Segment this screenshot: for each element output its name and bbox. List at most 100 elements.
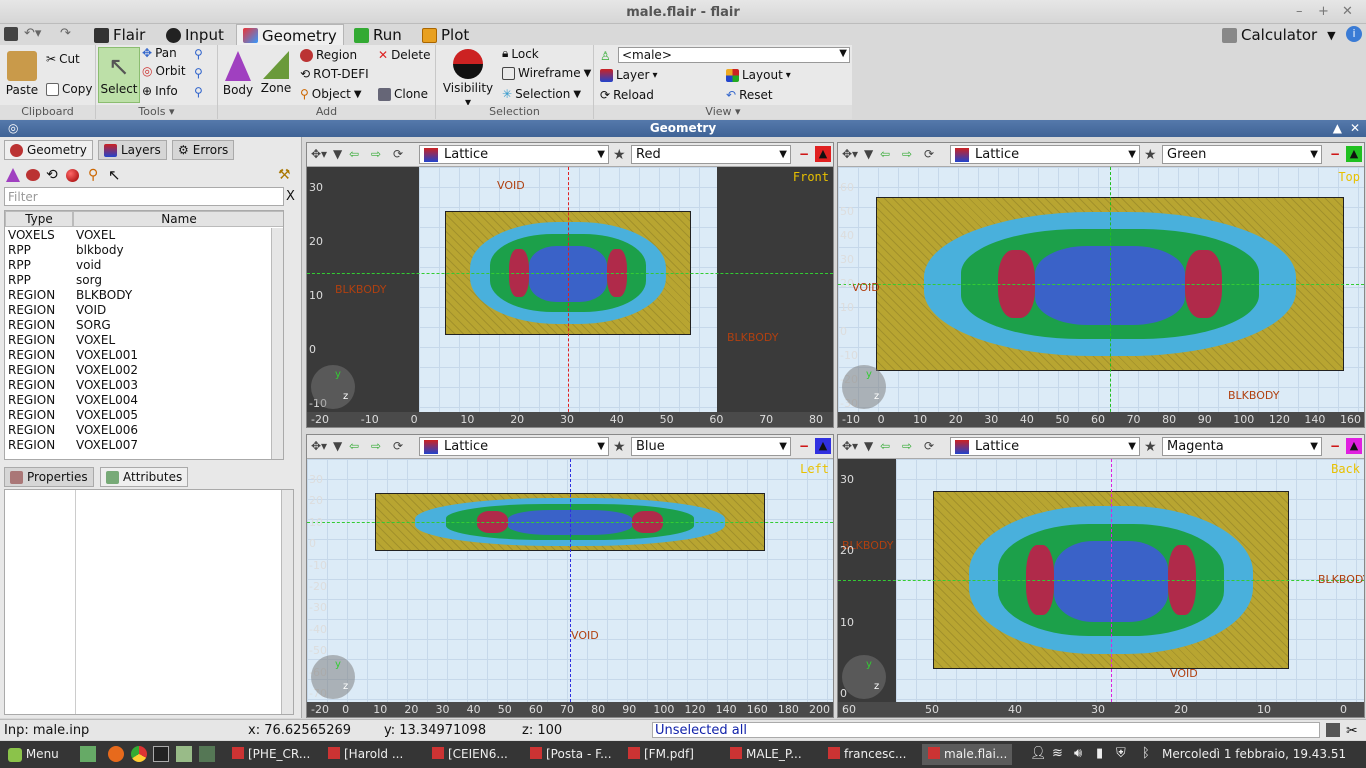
- tab-input[interactable]: Input: [160, 24, 230, 45]
- back-icon[interactable]: ⇦: [349, 439, 359, 453]
- chevron-down-icon[interactable]: ▼: [333, 147, 342, 161]
- table-row[interactable]: RPP void: [5, 258, 283, 273]
- tools-group-label[interactable]: Tools ▾: [96, 105, 217, 119]
- layer-select[interactable]: Lattice ▼: [419, 437, 609, 456]
- table-row[interactable]: REGION VOXEL003: [5, 378, 283, 393]
- tab-errors[interactable]: ⚙ Errors: [172, 140, 235, 160]
- color-select[interactable]: Magenta ▼: [1162, 437, 1322, 456]
- user-icon[interactable]: 👤︎: [1030, 746, 1047, 761]
- table-row[interactable]: REGION VOXEL007: [5, 438, 283, 453]
- rotdefi-filter-icon[interactable]: ⟲: [46, 167, 58, 183]
- tab-plot[interactable]: Plot: [416, 24, 475, 45]
- forward-icon[interactable]: ⇨: [902, 147, 912, 161]
- viewport-canvas[interactable]: VOID BLKBODY BLKBODY Back 30 20 10 0 60 50 40 30 20 1…: [838, 459, 1364, 717]
- filter-input[interactable]: Filter: [4, 187, 284, 206]
- color-select[interactable]: Blue ▼: [631, 437, 791, 456]
- body-button[interactable]: Body: [222, 51, 254, 97]
- star-icon[interactable]: ★: [1144, 439, 1157, 455]
- table-row[interactable]: REGION SORG: [5, 318, 283, 333]
- star-icon[interactable]: ★: [1144, 147, 1157, 163]
- paste-button[interactable]: Paste: [4, 51, 40, 97]
- maximize-icon[interactable]: +: [1318, 4, 1329, 19]
- chevron-down-icon[interactable]: ▼: [333, 439, 342, 453]
- refresh-icon[interactable]: ⟳: [924, 439, 934, 453]
- zone-button[interactable]: Zone: [258, 51, 294, 95]
- tab-run[interactable]: Run: [348, 24, 408, 45]
- close-icon[interactable]: ✕: [1350, 120, 1360, 137]
- app-icon[interactable]: [199, 746, 215, 762]
- wifi-icon[interactable]: ≋: [1052, 746, 1063, 761]
- taskbar-window[interactable]: francesc...: [822, 744, 916, 765]
- table-row[interactable]: VOXELS VOXEL: [5, 228, 283, 243]
- undo-icon[interactable]: ↶▾: [24, 26, 41, 41]
- table-row[interactable]: REGION VOXEL006: [5, 423, 283, 438]
- refresh-icon[interactable]: ⟳: [393, 439, 403, 453]
- info-button[interactable]: ⊕ Info: [142, 84, 178, 98]
- viewport-canvas[interactable]: VOIDBLKBODYTop6050403020100-10-20-30-100…: [838, 167, 1364, 427]
- layout-button[interactable]: Layout ▾: [726, 68, 791, 82]
- copy-button[interactable]: Copy: [46, 82, 92, 96]
- forward-icon[interactable]: ⇨: [371, 439, 381, 453]
- viewport-color-icon[interactable]: ▲: [1346, 146, 1362, 162]
- refresh-icon[interactable]: ⟳: [924, 147, 934, 161]
- object-filter-icon[interactable]: ⚲: [88, 167, 98, 183]
- table-scrollbar[interactable]: [271, 228, 283, 459]
- material-filter-icon[interactable]: [66, 169, 79, 182]
- column-header-name[interactable]: Name: [73, 211, 283, 227]
- clone-button[interactable]: Clone: [378, 87, 428, 101]
- region-button[interactable]: Region: [300, 48, 357, 62]
- color-select[interactable]: Green ▼: [1162, 145, 1322, 164]
- taskbar-window[interactable]: [FM.pdf]: [622, 744, 716, 765]
- cut-button[interactable]: ✂ Cut: [46, 52, 80, 66]
- table-row[interactable]: REGION VOID: [5, 303, 283, 318]
- layer-select[interactable]: Lattice ▼: [419, 145, 609, 164]
- refresh-icon[interactable]: ⟳: [393, 147, 403, 161]
- show-desktop-icon[interactable]: [80, 746, 96, 762]
- wireframe-button[interactable]: Wireframe ▼: [502, 66, 591, 80]
- star-icon[interactable]: ★: [613, 147, 626, 163]
- clock[interactable]: Mercoledì 1 febbraio, 19.43.51: [1162, 747, 1346, 761]
- back-icon[interactable]: ⇦: [880, 439, 890, 453]
- star-icon[interactable]: ★: [613, 439, 626, 455]
- clear-filter-button[interactable]: X: [286, 189, 295, 204]
- chevron-down-icon[interactable]: ▼: [864, 147, 873, 161]
- taskbar-window[interactable]: male.flai...: [922, 744, 1012, 765]
- layer-select[interactable]: Lattice ▼: [950, 437, 1140, 456]
- layer-select[interactable]: Lattice ▼: [950, 145, 1140, 164]
- visibility-button[interactable]: Visibility ▾: [438, 49, 498, 109]
- tab-flair[interactable]: Flair: [88, 24, 151, 45]
- axes-gizmo[interactable]: yz: [311, 365, 355, 409]
- close-icon[interactable]: ✕: [1342, 4, 1353, 19]
- taskbar-window[interactable]: MALE_P...: [724, 744, 818, 765]
- pan-button[interactable]: ✥ Pan: [142, 46, 177, 60]
- remove-icon[interactable]: −: [799, 147, 809, 161]
- terminal-icon[interactable]: [1326, 723, 1340, 737]
- move-icon[interactable]: ✥▾: [311, 147, 327, 161]
- tab-attributes[interactable]: Attributes: [100, 467, 189, 487]
- calculator-button[interactable]: Calculator ▼: [1216, 24, 1342, 45]
- table-row[interactable]: REGION VOXEL005: [5, 408, 283, 423]
- move-icon[interactable]: ✥▾: [842, 147, 858, 161]
- tab-layers[interactable]: Layers: [98, 140, 167, 160]
- taskbar-window[interactable]: [PHE_CR...: [226, 744, 320, 765]
- object-button[interactable]: ⚲ Object ▼: [300, 87, 362, 101]
- attributes-scrollbar[interactable]: [281, 490, 293, 714]
- color-select[interactable]: Red ▼: [631, 145, 791, 164]
- table-row[interactable]: RPP blkbody: [5, 243, 283, 258]
- viewport-left[interactable]: ✥▾ ▼ ⇦ ⇨ ⟳ Lattice ▼ ★ Blue ▼ − ▲ VOID Left 30 20 10 0 -10…: [306, 434, 834, 718]
- axes-gizmo[interactable]: yz: [842, 655, 886, 699]
- selection-button[interactable]: ✳ Selection ▼: [502, 87, 581, 101]
- axes-gizmo[interactable]: yz: [842, 365, 886, 409]
- tab-properties[interactable]: Properties: [4, 467, 94, 487]
- forward-icon[interactable]: ⇨: [902, 439, 912, 453]
- column-header-type[interactable]: Type: [5, 211, 73, 227]
- viewport-canvas[interactable]: VOIDLeft3020100-10-20-30-40-50-60-70-200…: [307, 459, 833, 717]
- tab-geometry[interactable]: Geometry: [236, 24, 344, 45]
- table-row[interactable]: REGION VOXEL002: [5, 363, 283, 378]
- layer-button[interactable]: Layer ▾: [600, 68, 658, 82]
- reset-button[interactable]: ↶ Reset: [726, 88, 773, 102]
- tools-icon[interactable]: ✂: [1346, 723, 1358, 739]
- taskbar-window[interactable]: [Posta - F...: [524, 744, 618, 765]
- remove-icon[interactable]: −: [1330, 147, 1340, 161]
- battery-icon[interactable]: ▮: [1096, 746, 1103, 761]
